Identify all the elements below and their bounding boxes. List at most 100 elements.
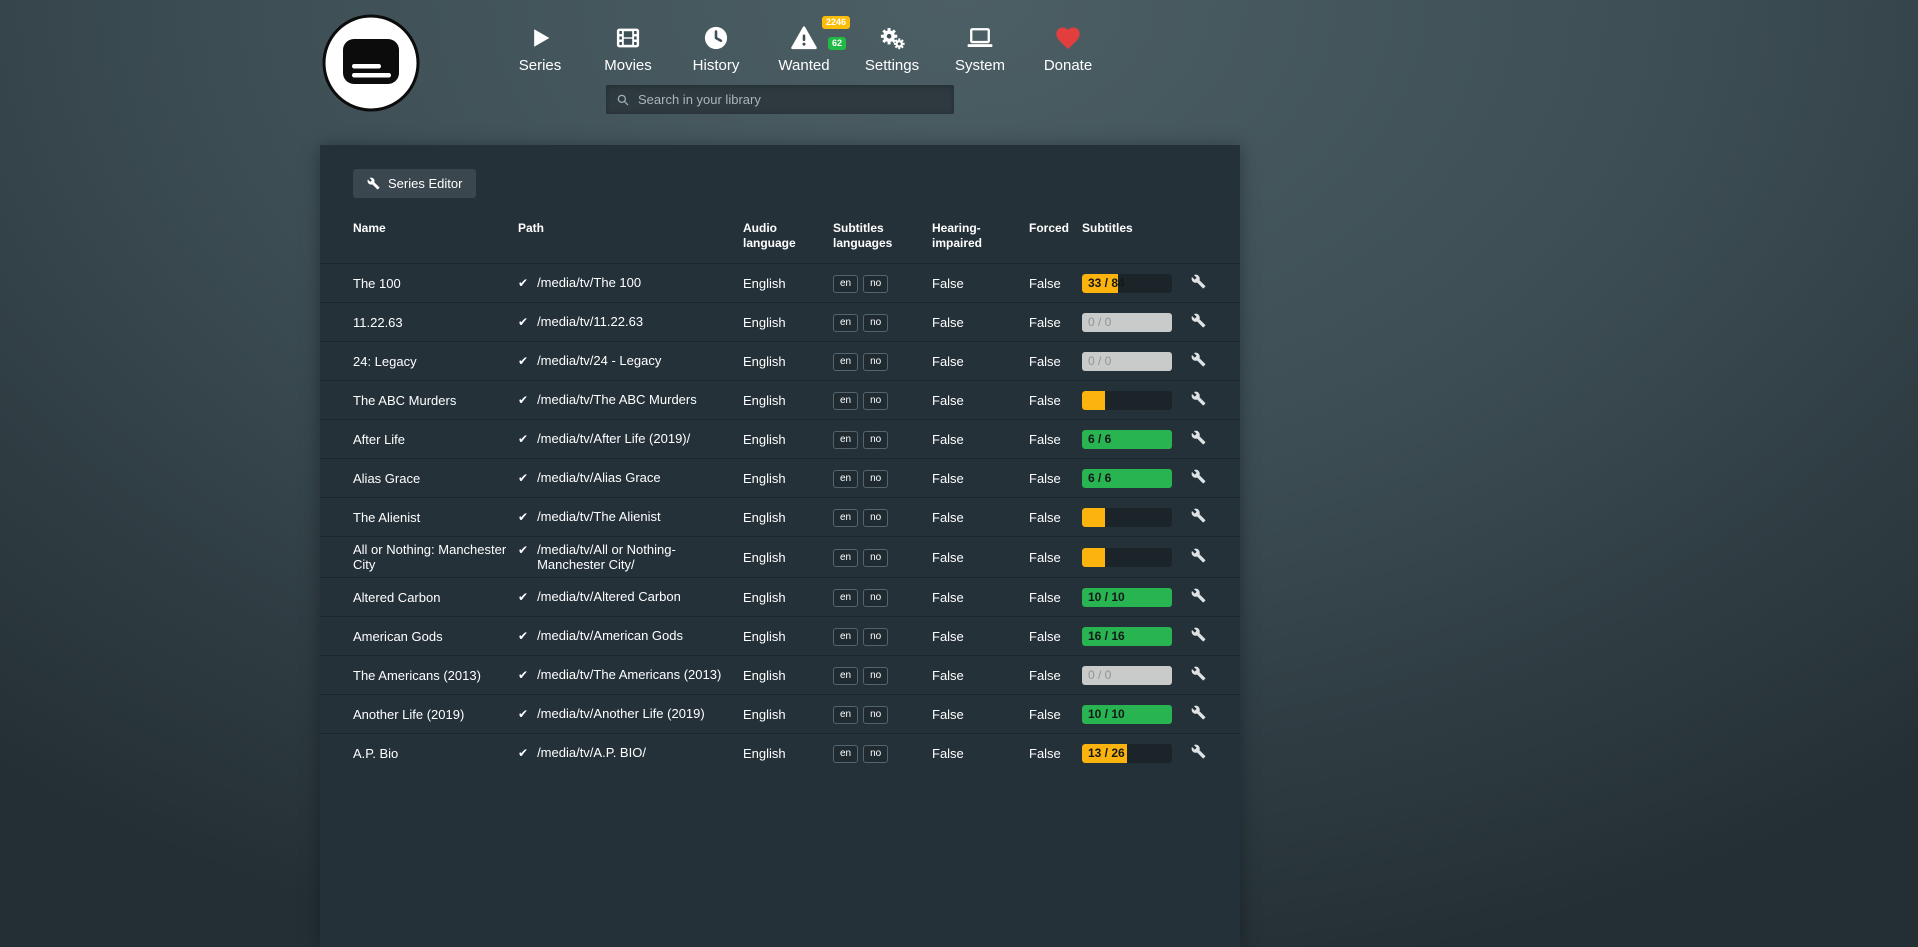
series-table: Name Path Audio language Subtitles langu… <box>320 211 1240 772</box>
series-name[interactable]: The Americans (2013) <box>353 668 518 683</box>
subtitles-languages: enno <box>833 391 932 410</box>
series-name[interactable]: 11.22.63 <box>353 315 518 330</box>
edit-series-button[interactable] <box>1189 350 1208 372</box>
search-icon <box>616 93 630 107</box>
series-path: ✔ /media/tv/24 - Legacy <box>518 353 743 370</box>
table-row: 24: Legacy ✔ /media/tv/24 - Legacy Engli… <box>320 341 1240 380</box>
series-name[interactable]: 24: Legacy <box>353 354 518 369</box>
subtitles-progress: 33 / 84 <box>1082 274 1172 293</box>
edit-series-button[interactable] <box>1189 742 1208 764</box>
subtitles-progress: 6 / 6 <box>1082 469 1172 488</box>
series-path: ✔ /media/tv/After Life (2019)/ <box>518 431 743 448</box>
wrench-icon <box>1191 469 1206 484</box>
subtitles-cell: 16 / 16 <box>1082 627 1189 646</box>
series-path: ✔ /media/tv/The Alienist <box>518 509 743 526</box>
series-name[interactable]: The ABC Murders <box>353 393 518 408</box>
progress-label: 13 / 26 <box>1088 744 1125 763</box>
series-editor-button[interactable]: Series Editor <box>353 169 476 198</box>
series-name[interactable]: A.P. Bio <box>353 746 518 761</box>
series-name[interactable]: The 100 <box>353 276 518 291</box>
nav-history[interactable]: History <box>672 23 760 74</box>
language-badge: en <box>833 431 858 449</box>
series-name[interactable]: After Life <box>353 432 518 447</box>
subtitles-progress: 0 / 0 <box>1082 352 1172 371</box>
table-row: The 100 ✔ /media/tv/The 100 English enno… <box>320 263 1240 302</box>
nav-history-label: History <box>693 57 740 74</box>
wrench-icon <box>1191 274 1206 289</box>
language-badge: en <box>833 509 858 527</box>
nav-wanted[interactable]: 2246 62 Wanted <box>760 23 848 74</box>
nav-movies[interactable]: Movies <box>584 23 672 74</box>
wrench-icon <box>367 177 380 190</box>
edit-series-button[interactable] <box>1189 586 1208 608</box>
audio-language: English <box>743 315 833 330</box>
nav-system[interactable]: System <box>936 23 1024 74</box>
series-name[interactable]: Alias Grace <box>353 471 518 486</box>
edit-series-button[interactable] <box>1189 506 1208 528</box>
column-header-hi: Hearing-impaired <box>932 221 1029 251</box>
nav-system-label: System <box>955 57 1005 74</box>
column-header-forced: Forced <box>1029 221 1082 236</box>
edit-series-button[interactable] <box>1189 625 1208 647</box>
language-badge: en <box>833 392 858 410</box>
check-icon: ✔ <box>518 667 528 684</box>
subtitles-cell <box>1082 391 1189 410</box>
actions-cell <box>1189 506 1240 528</box>
series-path-text: /media/tv/The ABC Murders <box>537 392 697 407</box>
table-row: The Alienist ✔ /media/tv/The Alienist En… <box>320 497 1240 536</box>
actions-cell <box>1189 664 1240 686</box>
edit-series-button[interactable] <box>1189 428 1208 450</box>
table-row: 11.22.63 ✔ /media/tv/11.22.63 English en… <box>320 302 1240 341</box>
edit-series-button[interactable] <box>1189 664 1208 686</box>
language-badge: no <box>863 353 888 371</box>
forced-value: False <box>1029 471 1082 486</box>
series-path-text: /media/tv/American Gods <box>537 628 683 643</box>
language-badge: no <box>863 589 888 607</box>
nav-settings[interactable]: Settings <box>848 23 936 74</box>
edit-series-button[interactable] <box>1189 389 1208 411</box>
subtitles-progress: 10 / 10 <box>1082 705 1172 724</box>
check-icon: ✔ <box>518 589 528 606</box>
subtitles-languages: enno <box>833 430 932 449</box>
series-name[interactable]: The Alienist <box>353 510 518 525</box>
nav-series[interactable]: Series <box>496 23 584 74</box>
series-path: ✔ /media/tv/All or Nothing- Manchester C… <box>518 542 743 572</box>
app-logo[interactable] <box>321 13 421 113</box>
hearing-impaired-value: False <box>932 550 1029 565</box>
series-name[interactable]: All or Nothing: Manchester City <box>353 542 518 572</box>
edit-series-button[interactable] <box>1189 703 1208 725</box>
series-name[interactable]: Another Life (2019) <box>353 707 518 722</box>
subtitles-languages: enno <box>833 588 932 607</box>
subtitles-progress <box>1082 391 1172 410</box>
nav-donate[interactable]: Donate <box>1024 23 1112 74</box>
search-input[interactable] <box>638 92 944 107</box>
audio-language: English <box>743 432 833 447</box>
edit-series-button[interactable] <box>1189 546 1208 568</box>
series-name[interactable]: Altered Carbon <box>353 590 518 605</box>
film-icon <box>610 23 646 53</box>
wrench-icon <box>1191 391 1206 406</box>
edit-series-button[interactable] <box>1189 272 1208 294</box>
wrench-icon <box>1191 666 1206 681</box>
series-editor-label: Series Editor <box>388 176 462 191</box>
check-icon: ✔ <box>518 542 528 559</box>
actions-cell <box>1189 350 1240 372</box>
subtitles-cell: 0 / 0 <box>1082 666 1189 685</box>
progress-label: 6 / 6 <box>1088 430 1111 449</box>
audio-language: English <box>743 471 833 486</box>
hearing-impaired-value: False <box>932 315 1029 330</box>
progress-label: 10 / 10 <box>1088 588 1125 607</box>
subtitles-languages: enno <box>833 705 932 724</box>
wrench-icon <box>1191 548 1206 563</box>
series-name[interactable]: American Gods <box>353 629 518 644</box>
progress-label: 33 / 84 <box>1088 274 1125 293</box>
audio-language: English <box>743 550 833 565</box>
wrench-icon <box>1191 430 1206 445</box>
language-badge: no <box>863 275 888 293</box>
nav-movies-label: Movies <box>604 57 652 74</box>
language-badge: no <box>863 745 888 763</box>
edit-series-button[interactable] <box>1189 467 1208 489</box>
edit-series-button[interactable] <box>1189 311 1208 333</box>
series-path-text: /media/tv/All or Nothing- Manchester Cit… <box>537 542 733 572</box>
subtitles-cell: 0 / 0 <box>1082 313 1189 332</box>
